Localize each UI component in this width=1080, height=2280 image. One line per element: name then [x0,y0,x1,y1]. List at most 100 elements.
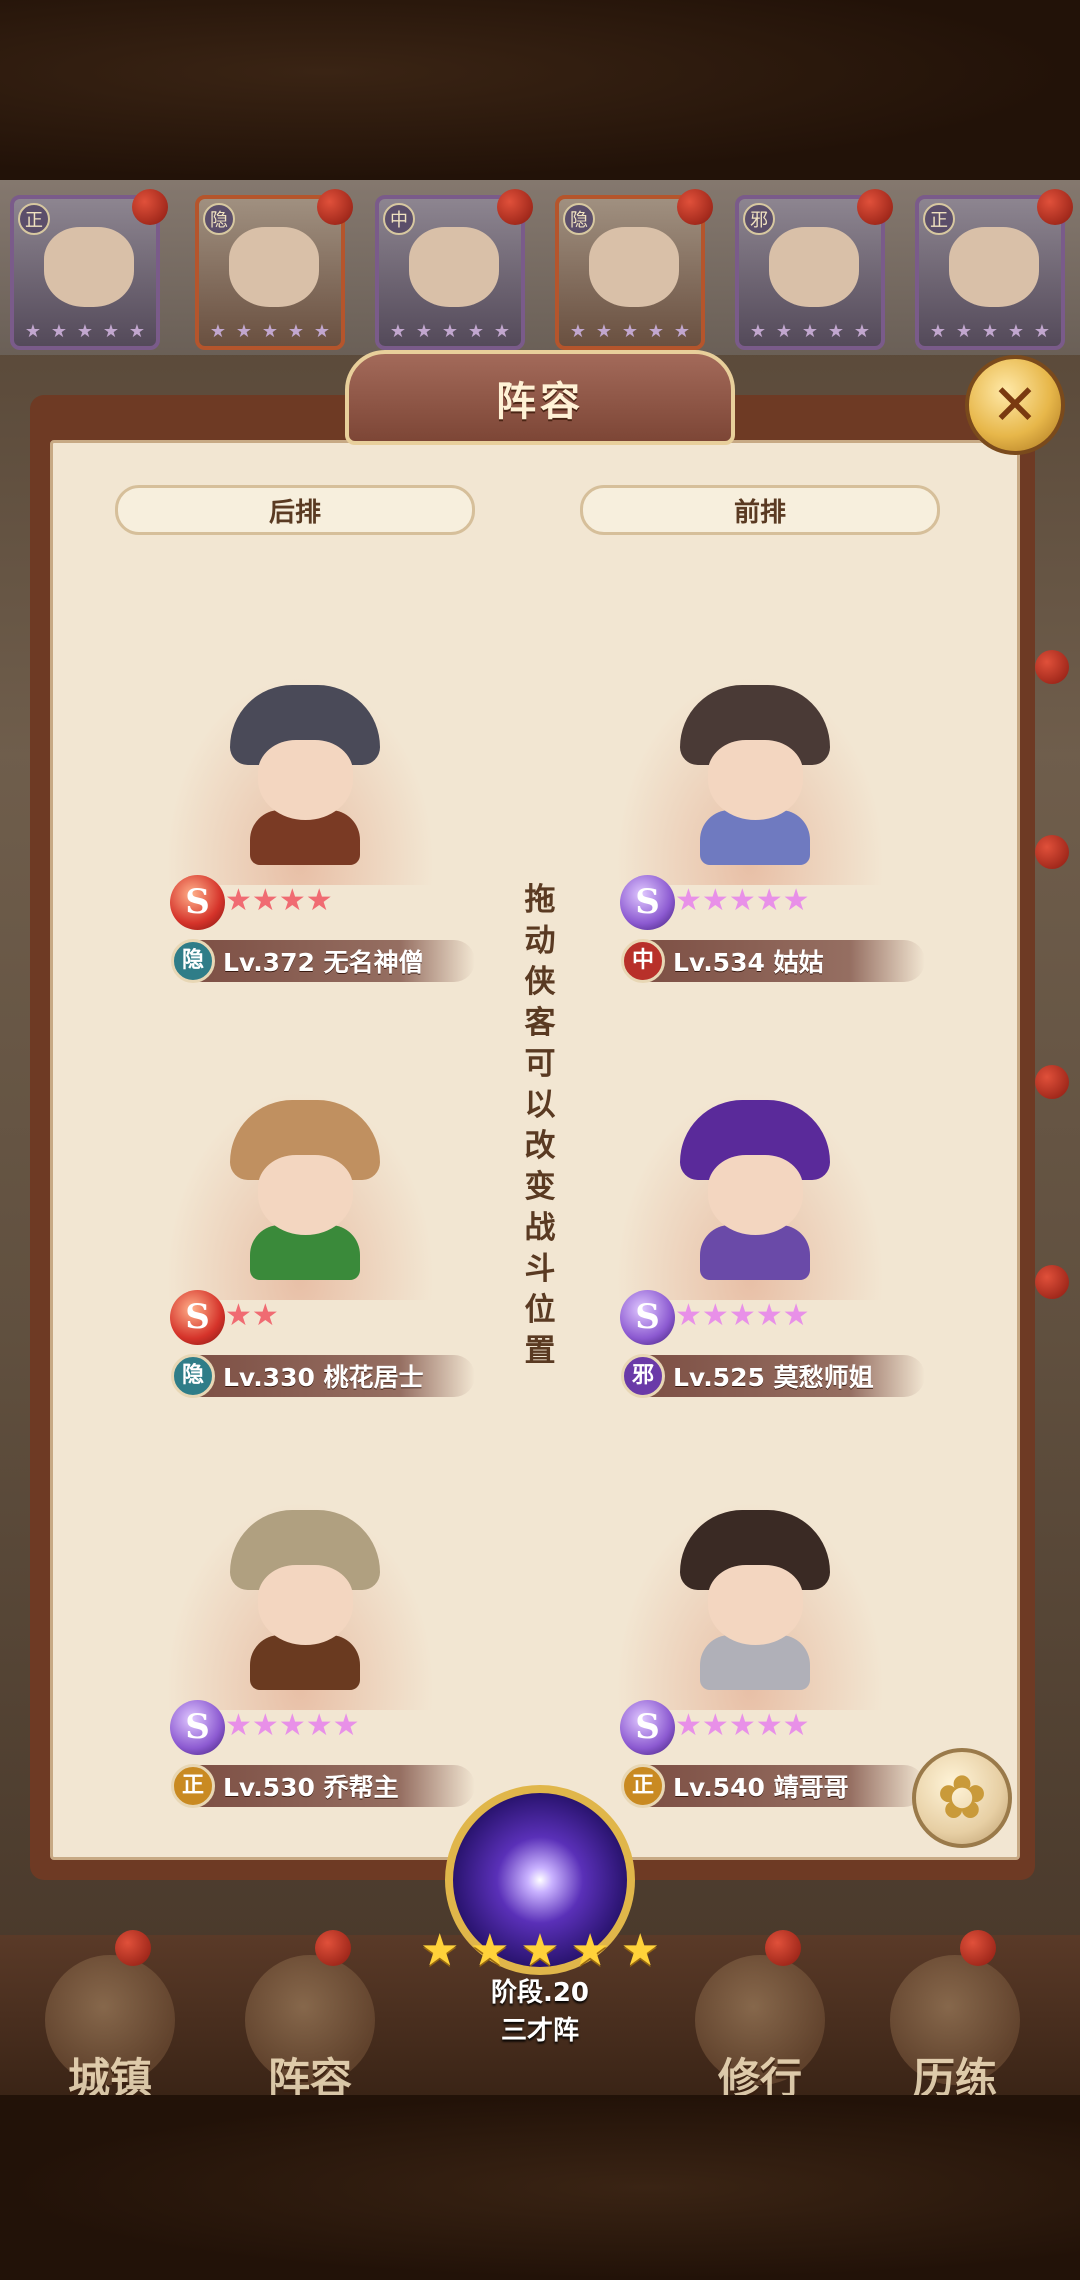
team-hero-card[interactable]: 中 ★ ★ ★ ★ ★ [375,189,533,350]
star-icon: ★ [621,320,639,342]
hero-label: 隐 Lv.372 无名神僧 [171,939,475,983]
faction-badge: 邪 [743,203,775,235]
faction-badge: 正 [18,203,50,235]
star-rating: ★ ★ ★ ★ [225,883,333,919]
hero-label: 邪 Lv.525 莫愁师姐 [621,1354,925,1398]
star-icon: ★ [209,320,227,342]
star-icon: ★ [50,320,68,342]
grade-badge: S [620,1700,675,1755]
hero-portrait [229,227,319,307]
front-row-header: 前排 [580,485,940,535]
hero-portrait [409,227,499,307]
star-icon: ★ [470,1925,510,1976]
star-icon: ★ [675,1298,702,1333]
lineup-hero-card[interactable]: S ★ ★ ★ ★ ★ 邪 Lv.525 莫愁师姐 [570,1070,930,1398]
star-rating: ★ ★ ★ ★ ★ [20,320,150,342]
hero-sprite [680,685,830,865]
star-icon: ★ [225,1708,252,1743]
notification-dot [115,1930,151,1966]
star-rating: ★ ★ ★ ★ ★ [225,1708,360,1744]
star-icon: ★ [313,320,331,342]
team-hero-card[interactable]: 正 ★ ★ ★ ★ ★ [915,189,1073,350]
star-icon: ★ [420,1925,460,1976]
star-icon: ★ [675,1708,702,1743]
star-rating: ★ ★ ★ ★ ★ [565,320,695,342]
star-icon: ★ [728,1708,756,1743]
star-icon: ★ [305,883,333,918]
faction-badge: 隐 [203,203,235,235]
hero-sprite [230,1510,380,1690]
hero-portrait [589,227,679,307]
lineup-hero-card[interactable]: S ★ ★ 隐 Lv.330 桃花居士 [120,1070,480,1398]
team-hero-card[interactable]: 隐 ★ ★ ★ ★ ★ [555,189,713,350]
formation-stars: ★ ★ ★ ★ ★ [420,1925,660,1976]
grade-badge: S [620,875,675,930]
faction-badge: 隐 [171,1354,215,1398]
notification-dot [315,1930,351,1966]
notification-dot [1035,835,1069,869]
hero-portrait [44,227,134,307]
star-icon: ★ [755,883,783,918]
star-icon: ★ [415,320,433,342]
star-icon: ★ [801,320,819,342]
faction-badge: 隐 [563,203,595,235]
lineup-hero-card[interactable]: S ★ ★ ★ ★ ★ 正 Lv.540 靖哥哥 [570,1480,930,1808]
star-icon: ★ [620,1925,660,1976]
star-icon: ★ [853,320,871,342]
hero-label: 隐 Lv.330 桃花居士 [171,1354,475,1398]
notification-dot [1035,1065,1069,1099]
notification-dot [1037,189,1073,225]
star-icon: ★ [570,1925,610,1976]
faction-badge: 正 [621,1764,665,1808]
lineup-hero-card[interactable]: S ★ ★ ★ ★ ★ 中 Lv.534 姑姑 [570,655,930,983]
faction-badge: 正 [171,1764,215,1808]
hero-level-name: Lv.540 靖哥哥 [673,1773,849,1802]
star-icon: ★ [251,1298,279,1333]
flower-icon: ✿ [936,1763,988,1833]
notification-dot [317,189,353,225]
star-icon: ★ [728,883,756,918]
formation-settings-button[interactable]: ✿ [912,1748,1012,1848]
hero-level-name: Lv.525 莫愁师姐 [673,1363,874,1392]
team-hero-card[interactable]: 正 ★ ★ ★ ★ ★ [10,189,168,350]
star-icon: ★ [929,320,947,342]
star-icon: ★ [389,320,407,342]
notification-dot [497,189,533,225]
notification-dot [677,189,713,225]
star-icon: ★ [782,1708,810,1743]
faction-badge: 中 [621,939,665,983]
panel-title-plaque: 阵容 [345,350,735,445]
hero-level-name: Lv.530 乔帮主 [223,1773,399,1802]
star-icon: ★ [128,320,146,342]
drag-hint: 拖动侠客可以改变战斗位置 [524,882,556,1369]
notification-dot [1035,1265,1069,1299]
lineup-hero-card[interactable]: S ★ ★ ★ ★ 隐 Lv.372 无名神僧 [120,655,480,983]
hero-level-name: Lv.372 无名神僧 [223,948,424,977]
hero-level-name: Lv.330 桃花居士 [223,1363,424,1392]
notification-dot [132,189,168,225]
star-icon: ★ [225,1298,252,1333]
lineup-hero-card[interactable]: S ★ ★ ★ ★ ★ 正 Lv.530 乔帮主 [120,1480,480,1808]
close-button[interactable]: ✕ [965,355,1065,455]
faction-badge: 中 [383,203,415,235]
hero-label: 正 Lv.540 靖哥哥 [621,1764,925,1808]
grade-badge: S [170,875,225,930]
star-icon: ★ [827,320,845,342]
hero-level-name: Lv.534 姑姑 [673,948,824,977]
star-icon: ★ [1007,320,1025,342]
star-icon: ★ [278,1708,306,1743]
star-rating: ★ ★ ★ ★ ★ [925,320,1055,342]
star-rating: ★ ★ ★ ★ ★ [675,1298,810,1334]
star-icon: ★ [675,883,702,918]
top-background [0,0,1080,180]
star-icon: ★ [775,320,793,342]
star-icon: ★ [332,1708,360,1743]
star-icon: ★ [981,320,999,342]
star-icon: ★ [76,320,94,342]
team-hero-card[interactable]: 邪 ★ ★ ★ ★ ★ [735,189,893,350]
star-icon: ★ [782,1298,810,1333]
grade-badge: S [170,1700,225,1755]
star-icon: ★ [24,320,42,342]
star-rating: ★ ★ ★ ★ ★ [745,320,875,342]
team-hero-card[interactable]: 隐 ★ ★ ★ ★ ★ [195,189,353,350]
